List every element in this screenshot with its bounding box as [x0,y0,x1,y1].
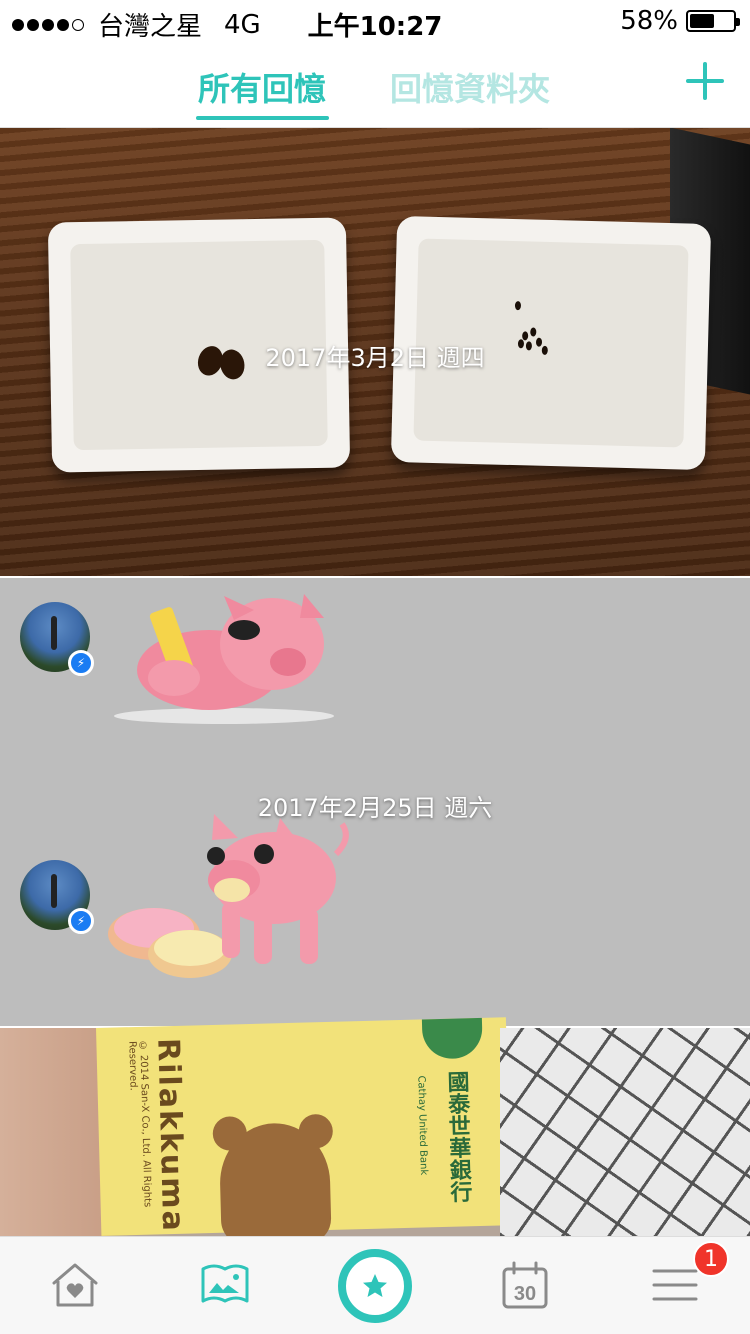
pig-sticker-donuts [108,814,349,978]
battery-percent: 58% [620,6,678,36]
add-memory-button[interactable] [338,1249,412,1323]
card-brand-text: Rilakkuma [150,1037,191,1234]
messenger-icon: ⚡ [68,908,94,934]
pig-sticker-writing [114,594,334,724]
battery-icon [686,10,740,32]
bear-figure [212,1113,334,1236]
battery-fill [690,14,715,28]
card-copyright: © 2014 San-X Co., Ltd. All Rights Reserv… [126,1040,153,1208]
memory-feed[interactable]: 2017年3月2日 週四 ⚡ 2017年2月25日 週六 ⚡ © 2014 Sa… [0,128,750,1236]
top-nav: 所有回憶 回憶資料夾 [0,40,750,128]
photo-hand [0,1028,110,1236]
add-button[interactable] [686,62,724,100]
bank-logo [421,1017,483,1060]
bottom-tab-bar: 30 1 [0,1236,750,1334]
card-bank-name: 國泰世華銀行 [443,1070,472,1203]
memory-card-photo[interactable]: © 2014 San-X Co., Ltd. All Rights Reserv… [0,1017,750,1236]
tab-memory-folders[interactable]: 回憶資料夾 [390,64,550,110]
memory-card-photo[interactable]: 2017年3月2日 週四 [0,128,750,576]
notification-badge: 1 [693,1241,729,1277]
calendar-icon[interactable]: 30 [500,1261,550,1311]
tab-all-memories[interactable]: 所有回憶 [198,64,326,110]
star-icon [363,1274,387,1297]
album-icon[interactable] [200,1261,250,1305]
home-heart-icon[interactable] [48,1261,102,1309]
photo-grid-pattern [500,1028,750,1236]
menu-icon[interactable] [652,1267,698,1303]
card-bank-english: Cathay United Bank [415,1075,429,1176]
status-bar: 台灣之星 4G 上午10:27 58% [0,0,750,42]
active-tab-indicator [196,116,329,120]
calendar-day: 30 [514,1283,536,1305]
messenger-icon: ⚡ [68,650,94,676]
photo-card: © 2014 San-X Co., Ltd. All Rights Reserv… [96,1017,512,1236]
memory-date: 2017年3月2日 週四 [265,344,485,372]
battery-info: 58% [620,6,740,36]
memory-card-stickers[interactable]: ⚡ 2017年2月25日 週六 ⚡ [0,576,750,1028]
